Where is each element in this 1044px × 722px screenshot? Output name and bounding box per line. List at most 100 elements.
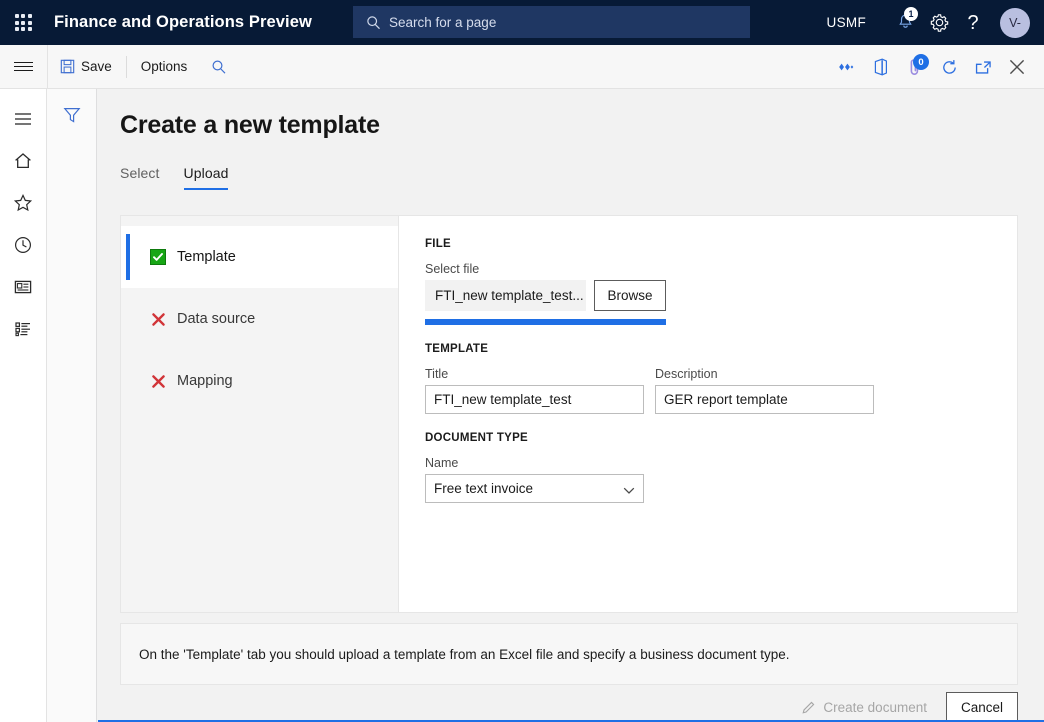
browse-button[interactable]: Browse bbox=[594, 280, 666, 311]
wizard-step-label: Template bbox=[177, 249, 236, 265]
command-separator bbox=[125, 55, 127, 78]
settings-button[interactable] bbox=[922, 0, 956, 45]
workspace-card-icon bbox=[14, 280, 32, 294]
wizard-card: Template Data source Mapping FILE Select… bbox=[120, 215, 1018, 613]
user-avatar[interactable]: V- bbox=[1000, 7, 1030, 38]
app-launcher-button[interactable] bbox=[0, 0, 46, 45]
create-document-label: Create document bbox=[823, 699, 927, 715]
template-title-input[interactable] bbox=[425, 385, 644, 414]
application-root: Finance and Operations Preview Search fo… bbox=[0, 0, 1044, 722]
upload-progress-bar bbox=[425, 319, 666, 325]
home-icon bbox=[15, 153, 31, 169]
rail-item-home[interactable] bbox=[0, 140, 47, 182]
document-type-select[interactable]: Free text invoice bbox=[425, 474, 644, 503]
template-description-field: Description bbox=[655, 367, 874, 414]
open-in-new-window-button[interactable] bbox=[966, 45, 1000, 89]
rail-menu-button[interactable] bbox=[0, 98, 47, 140]
global-search-box[interactable]: Search for a page bbox=[353, 6, 750, 38]
filter-button[interactable] bbox=[57, 100, 87, 130]
search-icon bbox=[363, 12, 383, 32]
wizard-step-label: Mapping bbox=[177, 373, 233, 389]
checkmark-icon bbox=[150, 249, 166, 265]
template-fields-row: Title Description bbox=[425, 367, 991, 414]
template-description-input[interactable] bbox=[655, 385, 874, 414]
save-button-label: Save bbox=[81, 59, 112, 74]
document-type-name-field: Name Free text invoice bbox=[425, 456, 991, 503]
top-navigation-bar: Finance and Operations Preview Search fo… bbox=[0, 0, 1044, 45]
rail-item-modules[interactable] bbox=[0, 308, 47, 350]
hamburger-icon bbox=[15, 113, 31, 125]
office-integration-button[interactable] bbox=[864, 45, 898, 89]
search-icon bbox=[212, 59, 226, 74]
template-group-heading: TEMPLATE bbox=[425, 343, 489, 355]
attachments-button[interactable]: 0 bbox=[898, 45, 932, 89]
notification-count-badge: 1 bbox=[904, 7, 918, 21]
command-bar: Save Options 0 bbox=[0, 44, 1044, 89]
tab-select[interactable]: Select bbox=[120, 165, 160, 190]
document-type-select-wrapper: Free text invoice bbox=[425, 474, 644, 503]
wizard-footer-actions: Create document Cancel bbox=[120, 691, 1018, 722]
command-bar-right-actions: 0 bbox=[830, 45, 1034, 89]
hamburger-icon bbox=[14, 59, 33, 73]
guidance-info-bar: On the 'Template' tab you should upload … bbox=[120, 623, 1018, 685]
document-type-group-heading: DOCUMENT TYPE bbox=[425, 432, 528, 444]
create-document-button[interactable]: Create document bbox=[792, 692, 936, 722]
save-button[interactable]: Save bbox=[48, 45, 124, 89]
cancel-button[interactable]: Cancel bbox=[945, 691, 1018, 722]
star-icon bbox=[13, 193, 33, 212]
global-search-placeholder: Search for a page bbox=[389, 14, 497, 30]
wizard-step-template[interactable]: Template bbox=[121, 226, 398, 288]
close-icon bbox=[1009, 59, 1025, 75]
company-selector[interactable]: USMF bbox=[827, 15, 866, 30]
options-button[interactable]: Options bbox=[129, 45, 200, 89]
share-links-button[interactable] bbox=[830, 45, 864, 89]
notifications-button[interactable]: 1 bbox=[888, 0, 922, 45]
tab-upload[interactable]: Upload bbox=[183, 165, 229, 190]
attachment-count-badge: 0 bbox=[913, 54, 929, 70]
save-icon bbox=[60, 59, 75, 74]
file-group-heading: FILE bbox=[425, 238, 451, 250]
rail-item-favorites[interactable] bbox=[0, 182, 47, 224]
refresh-icon bbox=[942, 59, 956, 74]
question-mark-icon: ? bbox=[967, 11, 979, 34]
navigation-menu-button[interactable] bbox=[0, 45, 47, 89]
wizard-step-list: Template Data source Mapping bbox=[121, 216, 399, 612]
wizard-tab-list: Select Upload bbox=[120, 165, 229, 190]
popout-icon bbox=[975, 60, 991, 74]
list-modules-icon bbox=[15, 322, 30, 337]
options-button-label: Options bbox=[140, 59, 188, 74]
error-x-icon bbox=[150, 373, 166, 389]
funnel-icon bbox=[63, 108, 80, 123]
rail-item-recent[interactable] bbox=[0, 224, 47, 266]
office-document-icon bbox=[874, 58, 887, 76]
double-diamond-icon bbox=[839, 63, 854, 71]
help-button[interactable]: ? bbox=[956, 0, 990, 45]
document-type-name-label: Name bbox=[425, 456, 459, 470]
select-file-label: Select file bbox=[425, 262, 480, 276]
file-picker-row: FTI_new template_test... Browse bbox=[425, 280, 991, 311]
template-description-label: Description bbox=[655, 367, 718, 381]
wizard-step-data-source[interactable]: Data source bbox=[121, 288, 398, 350]
pencil-icon bbox=[802, 701, 815, 714]
filter-pane bbox=[47, 89, 97, 722]
top-bar-actions: USMF 1 ? V- bbox=[827, 0, 1044, 45]
selected-file-name[interactable]: FTI_new template_test... bbox=[425, 280, 586, 311]
workspace-content: Create a new template Select Upload Temp… bbox=[98, 89, 1044, 722]
left-navigation-rail bbox=[0, 89, 47, 722]
template-title-label: Title bbox=[425, 367, 449, 381]
refresh-button[interactable] bbox=[932, 45, 966, 89]
rail-item-workspaces[interactable] bbox=[0, 266, 47, 308]
product-brand-title: Finance and Operations Preview bbox=[54, 13, 312, 31]
clock-icon bbox=[14, 236, 32, 254]
close-page-button[interactable] bbox=[1000, 45, 1034, 89]
command-search-button[interactable] bbox=[199, 45, 239, 89]
template-title-field: Title bbox=[425, 367, 644, 414]
error-x-icon bbox=[150, 311, 166, 327]
upload-progress-track bbox=[425, 319, 666, 325]
gear-icon bbox=[930, 14, 948, 32]
guidance-message: On the 'Template' tab you should upload … bbox=[139, 646, 790, 662]
wizard-step-label: Data source bbox=[177, 311, 256, 327]
page-title: Create a new template bbox=[120, 111, 380, 139]
wizard-step-mapping[interactable]: Mapping bbox=[121, 350, 398, 412]
wizard-detail-pane: FILE Select file FTI_new template_test..… bbox=[399, 216, 1017, 612]
